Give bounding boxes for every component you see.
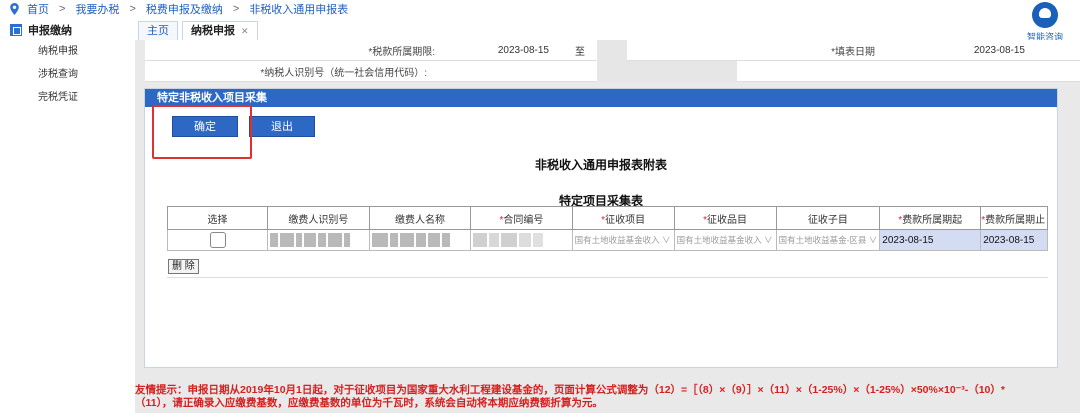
period-to-prefix: 至 xyxy=(575,46,585,58)
menu-grid-icon xyxy=(10,24,22,36)
sidebar: 申报缴纳 纳税申报 涉税查询 完税凭证 xyxy=(0,20,135,413)
header-text: 费款所属期止 xyxy=(985,214,1046,226)
sidebar-item-tax-declaration[interactable]: 纳税申报 xyxy=(0,40,135,63)
row-checkbox[interactable] xyxy=(209,232,226,248)
header-contract-no: *合同编号 xyxy=(470,206,573,230)
levy-category-select[interactable]: 国有土地收益基金收入 ∨ xyxy=(673,229,777,251)
levy-subcategory-select[interactable]: 国有土地收益基金-区县 ∨ xyxy=(775,229,881,251)
breadcrumb-home[interactable]: 首页 xyxy=(27,1,49,17)
friendly-notice: 友情提示：申报日期从2019年10月1日起，对于征收项目为国家重大水利工程建设基… xyxy=(135,384,1080,410)
header-period-end: *费款所属期止 xyxy=(980,206,1048,230)
sidebar-item-tax-query[interactable]: 涉税查询 xyxy=(0,63,135,86)
fill-date-label: *填表日期 xyxy=(831,46,875,58)
dialog-title: 特定非税收入项目采集 xyxy=(145,89,1057,107)
breadcrumb-current[interactable]: 非税收入通用申报表 xyxy=(249,1,348,17)
breadcrumb-separator: > xyxy=(232,3,240,15)
table-header-row: 选择 缴费人识别号 缴费人名称 *合同编号 *征收项目 *征收品目 征收子目 *… xyxy=(166,206,1048,230)
form-title: 非税收入通用申报表附表 xyxy=(534,158,667,172)
taxpayer-id-label: *纳税人识别号（统一社会信用代码）: xyxy=(260,67,427,79)
delete-button[interactable]: 删 除 xyxy=(168,259,199,274)
header-levy-category: *征收品目 xyxy=(673,206,777,230)
header-text: 征收品目 xyxy=(707,214,748,226)
chevron-down-icon: ∨ xyxy=(866,235,878,245)
headset-icon xyxy=(1032,2,1058,28)
header-select: 选择 xyxy=(166,206,269,230)
header-levy-item: *征收项目 xyxy=(571,206,675,230)
breadcrumb-separator: > xyxy=(59,3,66,15)
collection-table: 选择 缴费人识别号 缴费人名称 *合同编号 *征收项目 *征收品目 征收子目 *… xyxy=(166,206,1048,251)
chevron-down-icon: ∨ xyxy=(761,235,773,245)
divider xyxy=(167,277,1048,278)
period-start-input[interactable]: 2023-08-15 xyxy=(879,229,982,251)
notice-line-2: （11），请正确录入应缴费基数，应缴费基数的单位为千瓦时，系统会自动将本期应纳费… xyxy=(135,397,603,409)
header-text: 缴费人名称 xyxy=(394,214,445,226)
location-pin-icon xyxy=(10,3,19,15)
tab-home-label: 主页 xyxy=(147,25,169,37)
levy-item-value: 国有土地收益基金收入 xyxy=(574,235,660,245)
header-period-start: *费款所属期起 xyxy=(879,206,982,230)
tab-tax-declaration[interactable]: 纳税申报 ✕ xyxy=(182,21,258,40)
table-row: 国有土地收益基金收入 ∨ 国有土地收益基金收入 ∨ 国有土地收益基金-区县 ∨ … xyxy=(166,229,1048,251)
highlight-box xyxy=(152,105,252,159)
tab-bar: 主页 纳税申报 ✕ xyxy=(138,21,262,40)
levy-subcategory-value: 国有土地收益基金-区县 xyxy=(778,235,867,245)
header-text: 合同编号 xyxy=(503,214,544,226)
sidebar-header[interactable]: 申报缴纳 xyxy=(0,20,135,40)
taxpayer-id-row: *纳税人识别号（统一社会信用代码）: xyxy=(145,60,1080,82)
sidebar-header-label: 申报缴纳 xyxy=(28,25,72,37)
payer-id-cell[interactable] xyxy=(267,229,370,251)
header-payer-name: 缴费人名称 xyxy=(368,206,472,230)
header-text: 征收子目 xyxy=(807,214,848,226)
header-text: 缴费人识别号 xyxy=(288,214,349,226)
tab-home[interactable]: 主页 xyxy=(138,21,178,40)
period-label: *税款所属期限: xyxy=(368,46,435,58)
header-text: 选择 xyxy=(207,214,228,226)
header-levy-subcategory: 征收子目 xyxy=(775,206,881,230)
levy-item-select[interactable]: 国有土地收益基金收入 ∨ xyxy=(571,229,675,251)
redacted-area xyxy=(597,39,627,61)
tab-tax-declaration-label: 纳税申报 xyxy=(191,25,235,37)
header-payer-id: 缴费人识别号 xyxy=(267,206,370,230)
exit-button[interactable]: 退出 xyxy=(249,116,315,137)
fill-date-value[interactable]: 2023-08-15 xyxy=(875,45,1025,56)
levy-category-value: 国有土地收益基金收入 xyxy=(676,235,762,245)
smart-consult-button[interactable]: 智能咨询 xyxy=(1022,2,1068,43)
contract-no-cell[interactable] xyxy=(470,229,573,251)
breadcrumb-declare-pay[interactable]: 税费申报及缴纳 xyxy=(146,1,223,17)
breadcrumb: 首页 > 我要办税 > 税费申报及缴纳 > 非税收入通用申报表 xyxy=(0,0,1080,18)
header-text: 费款所属期起 xyxy=(902,214,963,226)
period-from-value[interactable]: 2023-08-15 xyxy=(435,45,555,56)
chevron-down-icon: ∨ xyxy=(659,235,671,245)
breadcrumb-separator: > xyxy=(129,3,136,15)
close-tab-icon[interactable]: ✕ xyxy=(241,26,249,36)
header-text: 征收项目 xyxy=(605,214,646,226)
redacted-area xyxy=(597,60,737,82)
sidebar-item-tax-certificate[interactable]: 完税凭证 xyxy=(0,86,135,109)
select-cell xyxy=(166,229,269,251)
notice-line-1: 友情提示：申报日期从2019年10月1日起，对于征收项目为国家重大水利工程建设基… xyxy=(135,384,1005,396)
period-row: *税款所属期限: 2023-08-15 至 *填表日期 2023-08-15 xyxy=(145,39,1080,61)
period-end-input[interactable]: 2023-08-15 xyxy=(980,229,1048,251)
payer-name-cell[interactable] xyxy=(368,229,472,251)
breadcrumb-tax-service[interactable]: 我要办税 xyxy=(75,1,119,17)
